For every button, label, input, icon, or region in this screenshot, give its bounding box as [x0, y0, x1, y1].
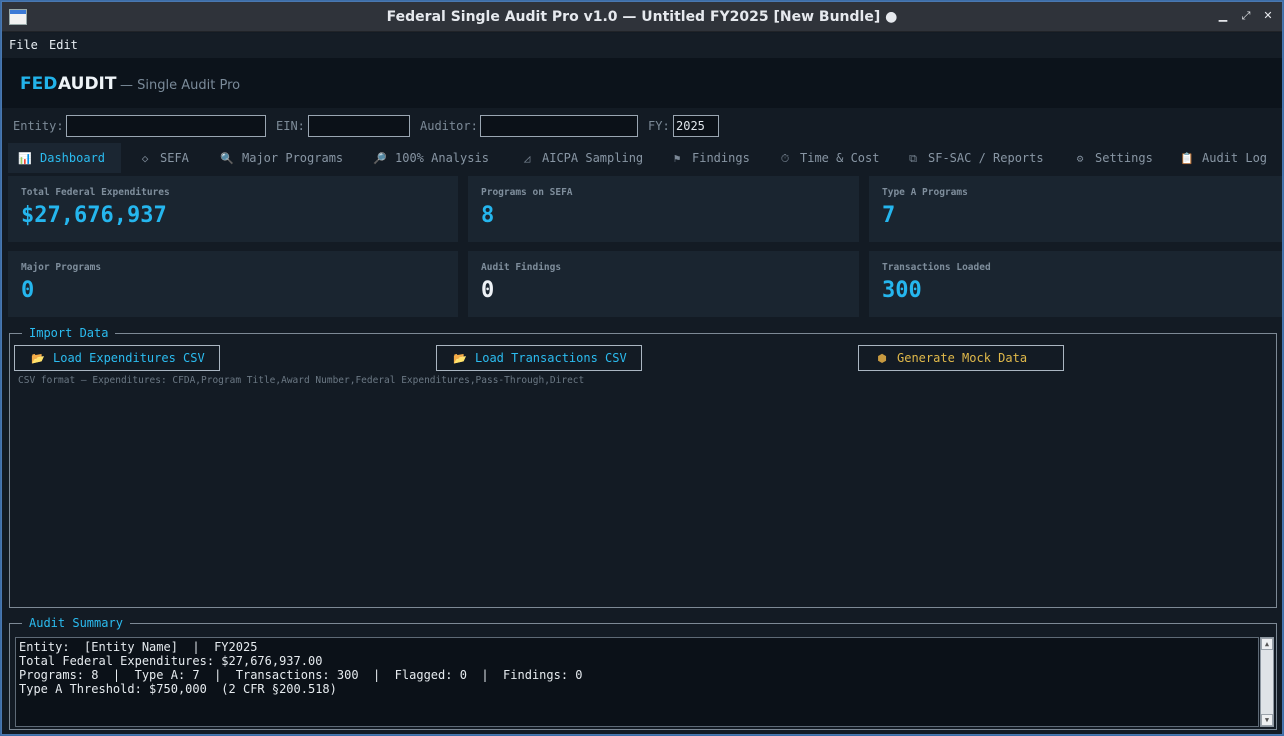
load-transactions-button[interactable]: 📂 Load Transactions CSV [436, 345, 642, 371]
tab-aicpa-sampling[interactable]: ◿ AICPA Sampling [512, 143, 644, 173]
window-title: Federal Single Audit Pro v1.0 — Untitled… [386, 9, 898, 25]
app-window: Federal Single Audit Pro v1.0 — Untitled… [1, 1, 1283, 735]
tab-bar: 📊 Dashboard ◇ SEFA 🔍 Major Programs 🔎 100% A… [2, 143, 1282, 173]
button-label: Load Expenditures CSV [53, 351, 205, 365]
tab-100-analysis[interactable]: 🔎 100% Analysis [365, 143, 500, 173]
scroll-up-arrow-icon[interactable]: ▲ [1261, 638, 1273, 650]
summary-scrollbar[interactable]: ▲ ▼ [1260, 637, 1274, 727]
flag-icon: ⚑ [673, 152, 681, 165]
tab-time-cost[interactable]: ⏱ Time & Cost [770, 143, 888, 173]
clock-icon: ⏱ [780, 152, 790, 165]
brand-audit: AUDIT [58, 74, 117, 94]
auditor-label: Auditor: [420, 119, 478, 133]
tab-label: Findings [692, 151, 750, 165]
load-expenditures-button[interactable]: 📂 Load Expenditures CSV [14, 345, 220, 371]
metric-card-programs-on-sefa: Programs on SEFA 8 [468, 176, 859, 242]
metric-label: Type A Programs [882, 187, 968, 198]
entity-info-row: Entity: EIN: Auditor: FY: [2, 108, 1282, 144]
menu-edit[interactable]: Edit [49, 38, 78, 52]
tab-findings[interactable]: ⚑ Findings [662, 143, 762, 173]
audit-summary-title: Audit Summary [22, 616, 130, 630]
audit-summary-group: Audit Summary Entity: [Entity Name] | FY… [9, 616, 1277, 730]
tab-sefa[interactable]: ◇ SEFA [130, 143, 204, 173]
tab-audit-log[interactable]: 📋 Audit Log [1172, 143, 1282, 173]
metric-label: Total Federal Expenditures [21, 187, 170, 198]
tab-label: AICPA Sampling [542, 151, 644, 165]
tab-label: 100% Analysis [395, 151, 489, 165]
tab-label: Audit Log [1202, 151, 1268, 165]
folder-icon: 📂 [31, 352, 45, 365]
tab-sf-sac-reports[interactable]: ⧉ SF-SAC / Reports [898, 143, 1046, 173]
tab-dashboard[interactable]: 📊 Dashboard [8, 143, 121, 173]
metric-label: Audit Findings [481, 262, 562, 273]
metric-value: 0 [481, 278, 495, 303]
auditor-input[interactable] [480, 115, 638, 137]
button-label: Load Transactions CSV [475, 351, 627, 365]
bar-chart-icon: 📊 [18, 152, 32, 165]
tab-settings[interactable]: ⚙ Settings [1065, 143, 1160, 173]
audit-summary-text[interactable]: Entity: [Entity Name] | FY2025 Total Fed… [15, 637, 1259, 727]
tab-label: SF-SAC / Reports [928, 151, 1044, 165]
tab-label: Settings [1095, 151, 1153, 165]
metric-label: Programs on SEFA [481, 187, 573, 198]
button-label: Generate Mock Data [897, 351, 1028, 365]
entity-input[interactable] [66, 115, 266, 137]
metric-value: 300 [882, 278, 922, 303]
ein-input[interactable] [308, 115, 410, 137]
entity-label: Entity: [13, 119, 64, 133]
csv-format-hint: CSV format — Expenditures: CFDA,Program … [18, 375, 585, 386]
folder-icon: 📂 [453, 352, 467, 365]
minimize-button[interactable]: ▁ [1215, 8, 1231, 24]
metric-value: 0 [21, 278, 35, 303]
metric-card-type-a-programs: Type A Programs 7 [869, 176, 1282, 242]
brand-fed: FED [20, 74, 58, 94]
menu-bar: File Edit [2, 33, 1282, 58]
metric-value: 7 [882, 203, 896, 228]
clipboard-icon: 📋 [1180, 152, 1194, 165]
tab-label: Major Programs [242, 151, 344, 165]
search-icon: 🔍 [220, 152, 234, 165]
tab-label: Dashboard [40, 151, 106, 165]
metric-label: Transactions Loaded [882, 262, 991, 273]
tab-label: SEFA [160, 151, 189, 165]
brand-subtitle: — Single Audit Pro [120, 78, 241, 93]
fy-input[interactable] [673, 115, 719, 137]
ein-label: EIN: [276, 119, 305, 133]
title-bar[interactable]: Federal Single Audit Pro v1.0 — Untitled… [2, 2, 1282, 32]
gear-icon: ⚙ [1076, 152, 1084, 165]
metric-label: Major Programs [21, 262, 102, 273]
menu-file[interactable]: File [9, 38, 38, 52]
scroll-down-arrow-icon[interactable]: ▼ [1261, 714, 1273, 726]
metric-card-audit-findings: Audit Findings 0 [468, 251, 859, 317]
export-icon: ⧉ [909, 152, 917, 165]
brand-header: FED AUDIT — Single Audit Pro [2, 58, 1282, 108]
magnifier-icon: 🔎 [373, 152, 387, 165]
cube-icon: ⬢ [877, 352, 887, 365]
metric-card-transactions-loaded: Transactions Loaded 300 [869, 251, 1282, 317]
tag-icon: ◇ [141, 152, 149, 165]
import-data-group: Import Data 📂 Load Expenditures CSV 📂 Load… [9, 326, 1277, 608]
tab-major-programs[interactable]: 🔍 Major Programs [212, 143, 357, 173]
metric-value: 8 [481, 203, 495, 228]
close-button[interactable]: ✕ [1260, 8, 1276, 24]
maximize-button[interactable]: ⤢ [1238, 8, 1254, 24]
metric-card-major-programs: Major Programs 0 [8, 251, 458, 317]
metric-value: $27,676,937 [21, 203, 167, 228]
generate-mock-data-button[interactable]: ⬢ Generate Mock Data [858, 345, 1064, 371]
metric-card-total-federal-expenditures: Total Federal Expenditures $27,676,937 [8, 176, 458, 242]
import-data-title: Import Data [22, 326, 116, 340]
fy-label: FY: [648, 119, 670, 133]
tab-label: Time & Cost [800, 151, 880, 165]
triangle-ruler-icon: ◿ [523, 152, 531, 165]
